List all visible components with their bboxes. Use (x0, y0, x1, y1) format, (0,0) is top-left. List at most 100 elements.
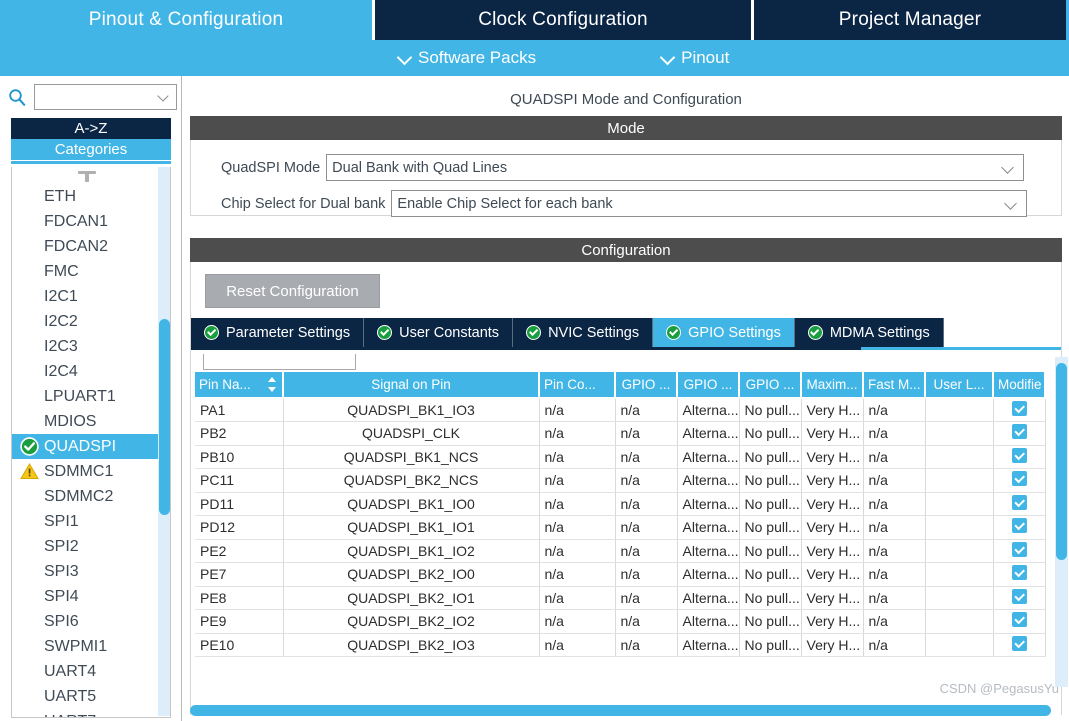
cell-gpio_mode[interactable]: n/a (615, 445, 678, 469)
cell-fast_mode[interactable]: n/a (863, 468, 926, 493)
cell-max_speed[interactable]: Very H... (801, 562, 864, 587)
cell-gpio_pu[interactable]: No pull... (739, 562, 802, 587)
cell-signal[interactable]: QUADSPI_BK2_IO3 (283, 633, 540, 657)
sort-az-button[interactable]: A->Z (11, 118, 171, 139)
categories-button[interactable]: Categories (11, 139, 171, 160)
modified-checkbox[interactable] (1011, 635, 1027, 651)
column-header-7[interactable]: Fast M... (863, 372, 926, 399)
cell-modified[interactable] (993, 562, 1046, 587)
table-scrollbar-thumb[interactable] (1056, 363, 1067, 560)
sidebar-item-swpmi1[interactable]: SWPMI1 (12, 634, 158, 659)
table-row[interactable]: PE7 QUADSPI_BK2_IO0 n/a n/a Alterna... No pul… (195, 562, 1046, 587)
sidebar-item-uart7[interactable]: UART7 (12, 709, 158, 718)
cell-gpio_alt[interactable]: Alterna... (677, 586, 740, 610)
column-header-2[interactable]: Pin Co... (539, 372, 616, 399)
table-row[interactable]: PC11 QUADSPI_BK2_NCS n/a n/a Alterna... No pu… (195, 468, 1046, 493)
table-row[interactable]: PE10 QUADSPI_BK2_IO3 n/a n/a Alterna... No pu… (195, 633, 1046, 657)
pin-list-icon[interactable] (78, 170, 96, 182)
cell-fast_mode[interactable]: n/a (863, 539, 926, 563)
cell-max_speed[interactable]: Very H... (801, 421, 864, 446)
tab-gpio-settings[interactable]: GPIO Settings (653, 318, 795, 347)
cell-gpio_mode[interactable]: n/a (615, 633, 678, 657)
cell-gpio_alt[interactable]: Alterna... (677, 492, 740, 516)
cell-max_speed[interactable]: Very H... (801, 609, 864, 634)
modified-checkbox[interactable] (1011, 401, 1027, 416)
cell-gpio_alt[interactable]: Alterna... (677, 609, 740, 634)
cell-user_label[interactable] (925, 515, 994, 540)
reset-configuration-button[interactable]: Reset Configuration (205, 274, 380, 308)
cell-pin[interactable]: PD11 (195, 492, 284, 516)
table-row[interactable]: PD12 QUADSPI_BK1_IO1 n/a n/a Alterna... No pu… (195, 515, 1046, 540)
table-row[interactable]: PB10 QUADSPI_BK1_NCS n/a n/a Alterna... No pu… (195, 445, 1046, 469)
cell-pin_context[interactable]: n/a (539, 515, 616, 540)
cell-gpio_mode[interactable]: n/a (615, 468, 678, 493)
cell-modified[interactable] (993, 586, 1046, 610)
cell-max_speed[interactable]: Very H... (801, 492, 864, 516)
menu-pinout[interactable]: Pinout (661, 48, 729, 68)
modified-checkbox[interactable] (1011, 565, 1027, 581)
cell-fast_mode[interactable]: n/a (863, 609, 926, 634)
cell-user_label[interactable] (925, 539, 994, 563)
cell-modified[interactable] (993, 398, 1046, 422)
sidebar-item-spi2[interactable]: SPI2 (12, 534, 158, 559)
cell-pin_context[interactable]: n/a (539, 633, 616, 657)
cell-fast_mode[interactable]: n/a (863, 445, 926, 469)
table-row[interactable]: PB2 QUADSPI_CLK n/a n/a Alterna... No pull...… (195, 421, 1046, 446)
cell-gpio_pu[interactable]: No pull... (739, 515, 802, 540)
cell-user_label[interactable] (925, 468, 994, 493)
cell-gpio_alt[interactable]: Alterna... (677, 445, 740, 469)
sidebar-item-uart4[interactable]: UART4 (12, 659, 158, 684)
cell-user_label[interactable] (925, 445, 994, 469)
cell-signal[interactable]: QUADSPI_BK1_IO3 (283, 398, 540, 422)
tab-mdma-settings[interactable]: MDMA Settings (794, 318, 944, 347)
cell-gpio_pu[interactable]: No pull... (739, 539, 802, 563)
cell-modified[interactable] (993, 539, 1046, 563)
tab-project-manager[interactable]: Project Manager (754, 0, 1066, 40)
table-row[interactable]: PE2 QUADSPI_BK1_IO2 n/a n/a Alterna... No pul… (195, 539, 1046, 563)
cell-gpio_pu[interactable]: No pull... (739, 492, 802, 516)
sidebar-item-fmc[interactable]: FMC (12, 259, 158, 284)
cell-gpio_pu[interactable]: No pull... (739, 468, 802, 493)
tab-clock-configuration[interactable]: Clock Configuration (372, 0, 754, 40)
sidebar-item-i2c1[interactable]: I2C1 (12, 284, 158, 309)
cell-modified[interactable] (993, 468, 1046, 493)
modified-checkbox[interactable] (1011, 424, 1027, 440)
modified-checkbox[interactable] (1011, 471, 1027, 487)
cell-signal[interactable]: QUADSPI_BK1_IO1 (283, 515, 540, 540)
cell-modified[interactable] (993, 515, 1046, 540)
sidebar-item-quadspi[interactable]: QUADSPI (12, 434, 158, 459)
modified-checkbox[interactable] (1011, 494, 1027, 510)
column-header-9[interactable]: Modifie (993, 372, 1046, 399)
cell-gpio_alt[interactable]: Alterna... (677, 633, 740, 657)
cell-gpio_alt[interactable]: Alterna... (677, 398, 740, 422)
cell-pin[interactable]: PE7 (195, 562, 284, 587)
cell-modified[interactable] (993, 492, 1046, 516)
tab-nvic-settings[interactable]: NVIC Settings (513, 318, 654, 347)
cell-pin_context[interactable]: n/a (539, 562, 616, 587)
modified-checkbox[interactable] (1011, 612, 1027, 628)
cell-gpio_alt[interactable]: Alterna... (677, 539, 740, 563)
chevron-down-icon[interactable] (159, 92, 170, 103)
search-input[interactable] (38, 86, 158, 108)
cell-pin_context[interactable]: n/a (539, 492, 616, 516)
cell-gpio_pu[interactable]: No pull... (739, 586, 802, 610)
cell-signal[interactable]: QUADSPI_BK2_IO2 (283, 609, 540, 634)
column-header-5[interactable]: GPIO ... (739, 372, 802, 399)
modified-checkbox[interactable] (1011, 588, 1027, 604)
sidebar-item-spi1[interactable]: SPI1 (12, 509, 158, 534)
sidebar-item-spi4[interactable]: SPI4 (12, 584, 158, 609)
cell-pin[interactable]: PB10 (195, 445, 284, 469)
cell-max_speed[interactable]: Very H... (801, 539, 864, 563)
cell-signal[interactable]: QUADSPI_BK1_IO0 (283, 492, 540, 516)
cell-fast_mode[interactable]: n/a (863, 398, 926, 422)
cell-user_label[interactable] (925, 586, 994, 610)
sidebar-item-eth[interactable]: ETH (12, 184, 158, 209)
cell-gpio_pu[interactable]: No pull... (739, 609, 802, 634)
column-header-3[interactable]: GPIO ... (615, 372, 678, 399)
column-header-0[interactable]: Pin Na... (195, 372, 284, 399)
cell-modified[interactable] (993, 609, 1046, 634)
search-combo[interactable] (34, 84, 177, 110)
cell-pin_context[interactable]: n/a (539, 586, 616, 610)
sidebar-item-i2c4[interactable]: I2C4 (12, 359, 158, 384)
cell-max_speed[interactable]: Very H... (801, 468, 864, 493)
